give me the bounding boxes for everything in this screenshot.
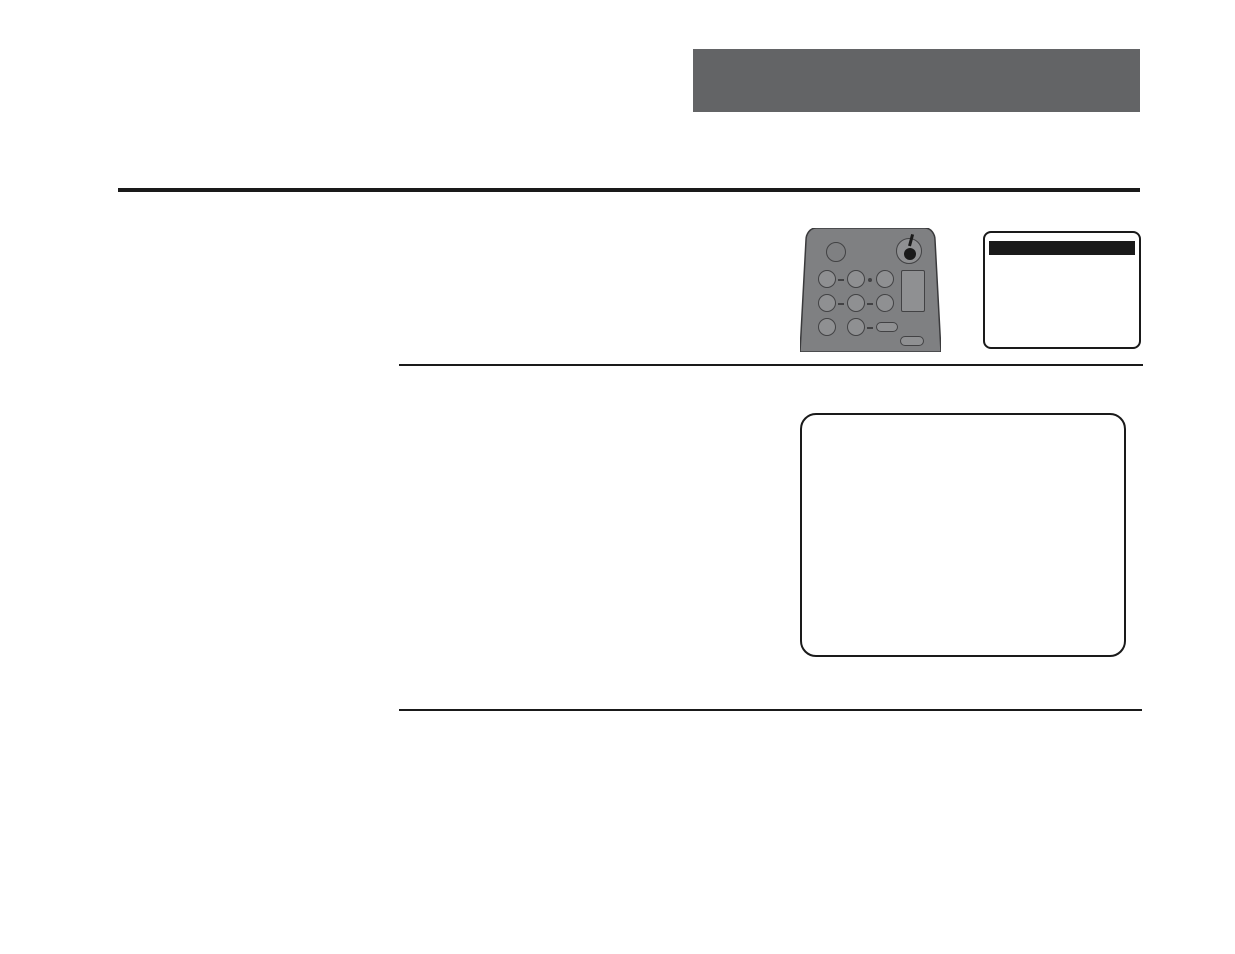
- dial-knob: [904, 248, 916, 260]
- dash-4: [867, 327, 873, 329]
- dash-1: [838, 279, 844, 281]
- knob-r4-1: [818, 318, 836, 336]
- divider-mid-1: [399, 364, 1143, 366]
- knob-r4-2: [847, 318, 865, 336]
- knob-r3-1: [818, 294, 836, 312]
- knob-r3-2: [847, 294, 865, 312]
- large-display-panel: [800, 413, 1126, 657]
- knob-r2-1: [818, 270, 836, 288]
- divider-mid-2: [399, 709, 1142, 711]
- small-display-header-bar: [989, 241, 1135, 255]
- mini-screen: [901, 270, 925, 312]
- pill-button-2: [900, 336, 924, 346]
- dash-3: [867, 303, 873, 305]
- header-bar: [693, 49, 1140, 112]
- device-illustration: [800, 228, 941, 352]
- divider-top: [118, 188, 1140, 192]
- small-display-panel: [983, 231, 1141, 349]
- dash-2: [838, 303, 844, 305]
- dot-1: [868, 278, 872, 282]
- button-large-1: [826, 242, 846, 262]
- knob-r2-2: [847, 270, 865, 288]
- knob-r3-3: [876, 294, 894, 312]
- knob-r2-3: [876, 270, 894, 288]
- pill-button-1: [876, 322, 898, 332]
